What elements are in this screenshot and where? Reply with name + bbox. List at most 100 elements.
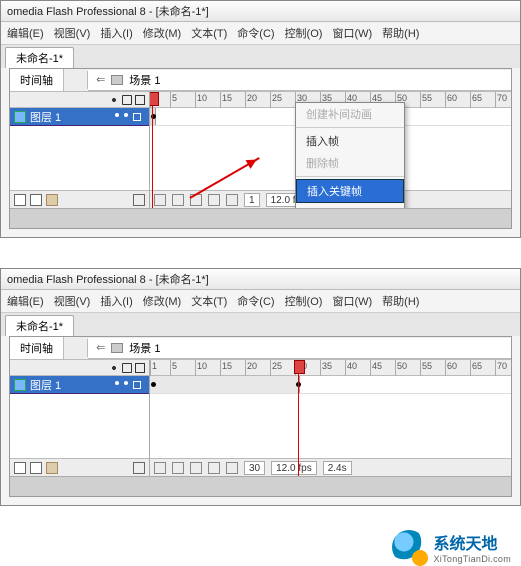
menu-view[interactable]: 视图(V) (54, 293, 91, 309)
playhead[interactable] (298, 360, 299, 476)
edit-multiple-icon[interactable] (208, 462, 220, 474)
tab-blank[interactable] (64, 71, 88, 89)
ruler-tick: 70 (495, 360, 507, 376)
layer-row[interactable]: 图层 1 (10, 108, 149, 126)
ruler-tick: 35 (320, 360, 332, 376)
add-folder-icon[interactable] (46, 194, 58, 206)
onion-skin-icon[interactable] (172, 462, 184, 474)
frame-span[interactable] (150, 376, 300, 393)
menu-insert-blank-keyframe[interactable]: 插入空白关键帧 (296, 203, 404, 208)
tab-blank[interactable] (64, 339, 88, 357)
layer-panel: 图层 1 (10, 360, 150, 476)
frame-row[interactable] (150, 376, 511, 394)
menu-text[interactable]: 文本(T) (191, 25, 227, 41)
add-guide-layer-icon[interactable] (30, 194, 42, 206)
layer-footer (10, 190, 149, 208)
modify-markers-icon[interactable] (226, 462, 238, 474)
center-frame-icon[interactable] (154, 194, 166, 206)
outline-icon[interactable] (135, 95, 145, 105)
add-folder-icon[interactable] (46, 462, 58, 474)
menu-commands[interactable]: 命令(C) (237, 25, 274, 41)
ruler-tick: 60 (445, 92, 457, 108)
layer-lock-dot[interactable] (124, 381, 128, 385)
menu-commands[interactable]: 命令(C) (237, 293, 274, 309)
menu-insert[interactable]: 插入(I) (100, 293, 132, 309)
ruler-tick: 20 (245, 360, 257, 376)
menu-control[interactable]: 控制(O) (285, 25, 323, 41)
menu-modify[interactable]: 修改(M) (143, 293, 182, 309)
menu-remove-frame[interactable]: 删除帧 (296, 152, 404, 174)
watermark-text: 系统天地 XiTongTianDi.com (434, 530, 512, 564)
add-layer-icon[interactable] (14, 462, 26, 474)
tab-timeline[interactable]: 时间轴 (10, 337, 64, 359)
ruler-tick: 60 (445, 360, 457, 376)
fps-field[interactable]: 12.0 fps (271, 461, 317, 475)
document-tab[interactable]: 未命名-1* (5, 315, 74, 336)
layer-visible-dot[interactable] (115, 381, 119, 385)
edit-multiple-icon[interactable] (208, 194, 220, 206)
lock-icon[interactable] (122, 363, 132, 373)
menu-modify[interactable]: 修改(M) (143, 25, 182, 41)
menu-edit[interactable]: 编辑(E) (7, 293, 44, 309)
modify-markers-icon[interactable] (226, 194, 238, 206)
stage-gray-area (10, 476, 511, 496)
scene-label: 场景 1 (129, 72, 160, 88)
title-bar: omedia Flash Professional 8 - [未命名-1*] (1, 269, 520, 290)
back-icon[interactable]: ⇐ (96, 73, 105, 86)
tab-timeline[interactable]: 时间轴 (10, 69, 64, 91)
back-icon[interactable]: ⇐ (96, 341, 105, 354)
ruler-tick: 55 (420, 360, 432, 376)
menu-view[interactable]: 视图(V) (54, 25, 91, 41)
menu-text[interactable]: 文本(T) (191, 293, 227, 309)
menu-help[interactable]: 帮助(H) (382, 25, 419, 41)
center-frame-icon[interactable] (154, 462, 166, 474)
frame-ruler[interactable]: 1 5 10 15 20 25 30 35 40 45 50 55 60 65 … (150, 360, 511, 376)
lock-icon[interactable] (122, 95, 132, 105)
watermark-cn: 系统天地 (434, 530, 512, 554)
keyframe-icon (151, 382, 156, 387)
layer-outline-box[interactable] (133, 113, 141, 121)
layer-lock-dot[interactable] (124, 113, 128, 117)
menu-window[interactable]: 窗口(W) (332, 25, 372, 41)
timeline-panel: 时间轴 ⇐ 场景 1 图层 1 (9, 68, 512, 229)
layer-blank-area (10, 394, 149, 458)
document-tab[interactable]: 未命名-1* (5, 47, 74, 68)
ruler-tick: 25 (270, 92, 282, 108)
onion-skin-outline-icon[interactable] (190, 462, 202, 474)
menu-control[interactable]: 控制(O) (285, 293, 323, 309)
menu-edit[interactable]: 编辑(E) (7, 25, 44, 41)
ruler-tick: 15 (220, 92, 232, 108)
outline-icon[interactable] (135, 363, 145, 373)
ruler-tick: 40 (345, 360, 357, 376)
screenshot-2: omedia Flash Professional 8 - [未命名-1*] 编… (0, 268, 521, 506)
menu-window[interactable]: 窗口(W) (332, 293, 372, 309)
timeline-status-bar: 30 12.0 fps 2.4s (150, 458, 511, 476)
frame-context-menu: 创建补间动画 插入帧 删除帧 插入关键帧 插入空白关键帧 清除关键帧 转换为关键… (295, 102, 405, 208)
layer-footer (10, 458, 149, 476)
ruler-tick: 65 (470, 92, 482, 108)
layer-type-icon (14, 379, 26, 391)
stage-gray-area (10, 208, 511, 228)
layer-visible-dot[interactable] (115, 113, 119, 117)
current-frame-field[interactable]: 30 (244, 461, 265, 475)
layer-outline-box[interactable] (133, 381, 141, 389)
panel-tabs: 时间轴 ⇐ 场景 1 (10, 69, 511, 92)
trash-icon[interactable] (133, 194, 145, 206)
playhead[interactable] (152, 92, 153, 208)
ruler-tick: 70 (495, 92, 507, 108)
layer-name: 图层 1 (30, 109, 61, 125)
current-frame-field[interactable]: 1 (244, 193, 260, 207)
onion-skin-icon[interactable] (172, 194, 184, 206)
eye-icon[interactable] (109, 95, 119, 105)
menu-insert-frame[interactable]: 插入帧 (296, 130, 404, 152)
menu-insert-keyframe[interactable]: 插入关键帧 (296, 179, 404, 203)
layer-row[interactable]: 图层 1 (10, 376, 149, 394)
menu-create-tween[interactable]: 创建补间动画 (296, 103, 404, 125)
add-layer-icon[interactable] (14, 194, 26, 206)
add-guide-layer-icon[interactable] (30, 462, 42, 474)
menu-help[interactable]: 帮助(H) (382, 293, 419, 309)
ruler-tick: 1 (150, 360, 157, 376)
menu-insert[interactable]: 插入(I) (100, 25, 132, 41)
eye-icon[interactable] (109, 363, 119, 373)
trash-icon[interactable] (133, 462, 145, 474)
